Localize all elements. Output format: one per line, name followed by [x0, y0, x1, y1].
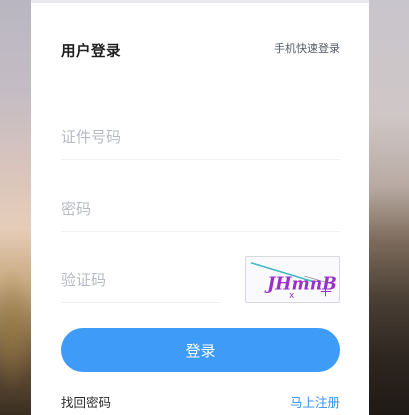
captcha-input[interactable] [61, 262, 221, 298]
login-title: 用户登录 [61, 44, 121, 60]
captcha-graphic: x JHmnB [250, 262, 337, 301]
login-button[interactable]: 登录 [61, 328, 340, 372]
id-number-field [61, 119, 340, 160]
forgot-password-link[interactable]: 找回密码 [61, 392, 111, 411]
id-number-input[interactable] [61, 119, 340, 155]
captcha-image[interactable]: x JHmnB [245, 256, 340, 303]
captcha-code: JHmnB [264, 275, 337, 295]
password-input[interactable] [61, 191, 340, 227]
login-card: 用户登录 手机快速登录 x JHmnB 登录 找回密码 马上注册 [31, 0, 369, 415]
background-photo-right [369, 0, 409, 415]
password-field [61, 191, 340, 232]
register-link[interactable]: 马上注册 [290, 392, 340, 411]
phone-quick-login-link[interactable]: 手机快速登录 [274, 40, 340, 56]
captcha-field [61, 262, 221, 303]
